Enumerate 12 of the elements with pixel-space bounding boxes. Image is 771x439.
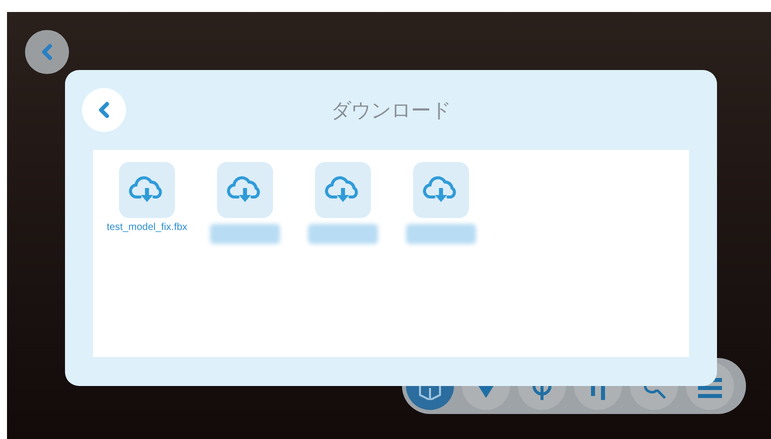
file-tile[interactable] bbox=[413, 162, 469, 218]
back-button[interactable] bbox=[25, 30, 69, 74]
chevron-left-icon bbox=[96, 101, 112, 119]
back-button[interactable] bbox=[82, 88, 126, 132]
file-name: test_model_fix.fbx bbox=[106, 222, 188, 233]
chevron-left-icon bbox=[39, 43, 55, 61]
file-tile[interactable] bbox=[119, 162, 175, 218]
tools-icon bbox=[591, 386, 605, 400]
dialog-title: ダウンロード bbox=[331, 97, 451, 124]
file-tile[interactable] bbox=[315, 162, 371, 218]
file-tile[interactable] bbox=[217, 162, 273, 218]
triangle-icon bbox=[476, 386, 496, 398]
